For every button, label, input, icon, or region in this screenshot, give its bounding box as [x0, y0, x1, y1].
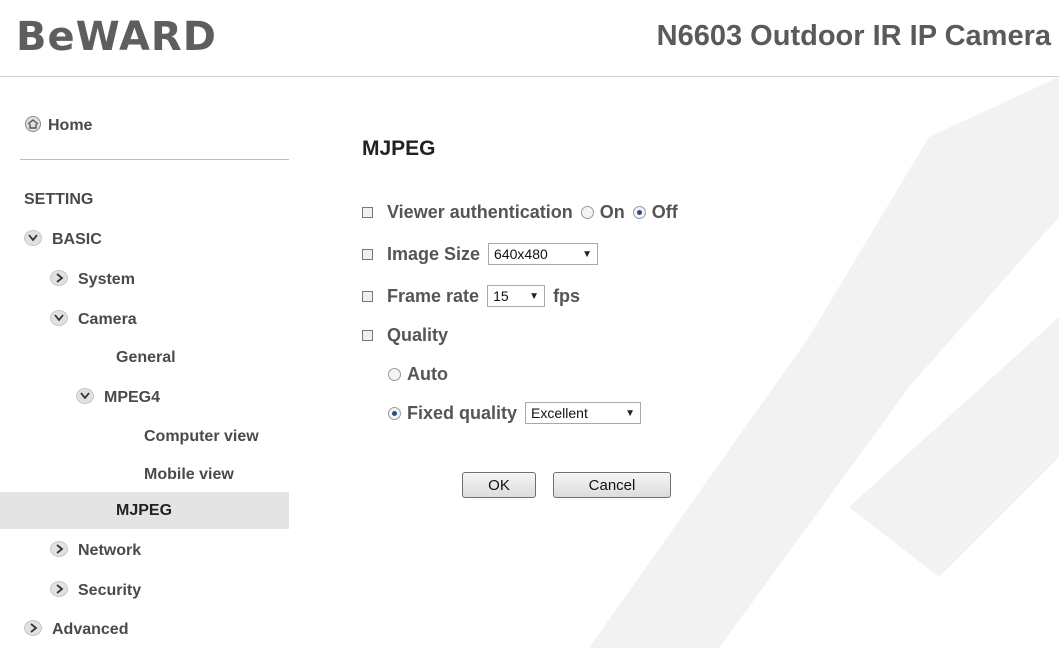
header: BeWARD N6603 Outdoor IR IP Camera: [0, 0, 1059, 77]
quality-fixed-radio[interactable]: [388, 406, 401, 420]
dropdown-arrow-icon: ▼: [625, 407, 636, 419]
image-size-value: 640x480: [494, 246, 548, 262]
chevron-down-icon: [76, 388, 94, 404]
bullet-icon: [362, 290, 373, 302]
nav-home[interactable]: Home: [24, 116, 92, 137]
nav-basic[interactable]: BASIC: [24, 230, 102, 249]
bullet-icon: [362, 207, 373, 218]
home-icon: [24, 116, 42, 137]
ok-button[interactable]: OK: [462, 472, 536, 498]
chevron-right-icon: [50, 270, 68, 286]
nav-basic-label: BASIC: [52, 231, 102, 248]
auth-on-radio[interactable]: [580, 206, 594, 219]
viewer-auth-row: Viewer authentication On Off: [362, 202, 678, 223]
nav-advanced-label: Advanced: [52, 621, 129, 638]
bullet-icon: [362, 330, 373, 341]
product-title: N6603 Outdoor IR IP Camera: [656, 20, 1051, 52]
quality-fixed-row: Fixed quality Excellent ▼: [388, 402, 642, 424]
nav-system-label: System: [78, 271, 135, 288]
quality-auto-row: Auto: [388, 364, 448, 385]
image-size-label: Image Size: [387, 243, 481, 264]
nav-mpeg4[interactable]: MPEG4: [76, 388, 160, 407]
sidebar-divider: [20, 159, 289, 160]
nav-camera-label: Camera: [78, 311, 137, 328]
frame-rate-value: 15: [493, 288, 509, 304]
quality-auto-label[interactable]: Auto: [407, 364, 448, 385]
chevron-right-icon: [50, 541, 68, 557]
page-title: MJPEG: [362, 137, 436, 160]
nav-general[interactable]: General: [116, 349, 176, 367]
nav-mjpeg[interactable]: MJPEG: [116, 502, 172, 520]
chevron-down-icon: [50, 310, 68, 326]
nav-network[interactable]: Network: [50, 541, 141, 560]
bullet-icon: [362, 248, 373, 260]
frame-rate-label: Frame rate: [387, 285, 480, 306]
nav-system[interactable]: System: [50, 270, 135, 289]
auth-off-radio[interactable]: [632, 206, 646, 219]
image-size-row: Image Size 640x480 ▼: [362, 243, 599, 265]
dropdown-arrow-icon: ▼: [529, 290, 540, 302]
nav-mpeg4-label: MPEG4: [104, 389, 161, 406]
nav-security-label: Security: [78, 582, 142, 599]
nav-camera[interactable]: Camera: [50, 310, 137, 329]
chevron-down-icon: [24, 230, 42, 246]
nav-network-label: Network: [78, 542, 142, 559]
brand-logo: BeWARD: [16, 14, 217, 60]
nav-computer-view[interactable]: Computer view: [144, 428, 289, 446]
main-content: [289, 77, 1059, 648]
fixed-quality-value: Excellent: [531, 405, 588, 421]
frame-rate-unit: fps: [553, 285, 581, 306]
auth-on-label[interactable]: On: [600, 202, 625, 223]
nav-security[interactable]: Security: [50, 581, 141, 600]
frame-rate-select[interactable]: 15 ▼: [487, 285, 546, 307]
quality-label: Quality: [387, 325, 449, 345]
quality-fixed-label[interactable]: Fixed quality: [407, 403, 517, 424]
watermark-logo: [589, 77, 1059, 648]
image-size-select[interactable]: 640x480 ▼: [488, 243, 599, 265]
fixed-quality-select[interactable]: Excellent ▼: [525, 402, 642, 424]
quality-auto-radio[interactable]: [388, 368, 401, 381]
cancel-button[interactable]: Cancel: [553, 472, 671, 498]
nav-home-label: Home: [48, 117, 93, 134]
section-setting: SETTING: [24, 191, 94, 208]
frame-rate-row: Frame rate 15 ▼ fps: [362, 285, 580, 307]
viewer-auth-label: Viewer authentication: [387, 202, 573, 222]
dropdown-arrow-icon: ▼: [582, 248, 593, 260]
nav-advanced[interactable]: Advanced: [24, 620, 128, 639]
quality-row: Quality: [362, 325, 448, 346]
chevron-right-icon: [24, 620, 42, 636]
chevron-right-icon: [50, 581, 68, 597]
nav-mobile-view[interactable]: Mobile view: [144, 466, 234, 484]
auth-off-label[interactable]: Off: [652, 202, 678, 223]
